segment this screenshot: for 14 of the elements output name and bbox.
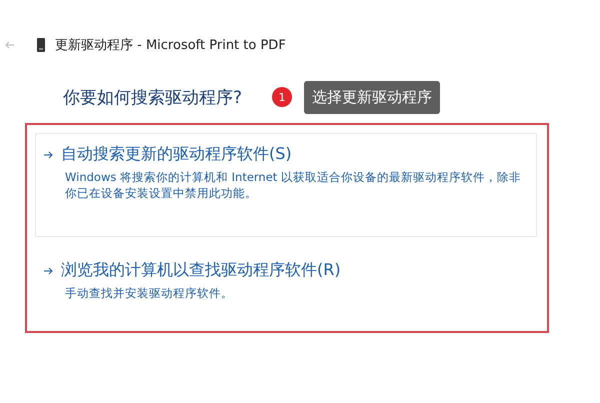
- option-title: 浏览我的计算机以查找驱动程序软件(R): [61, 260, 341, 281]
- option-description: 手动查找并安装驱动程序软件。: [65, 285, 234, 301]
- option-description: Windows 将搜索你的计算机和 Internet 以获取适合你设备的最新驱动程序软件，除非你已在设备安装设置中禁用此功能。: [65, 169, 522, 201]
- step-number-badge: 1: [272, 87, 292, 107]
- option-card[interactable]: 浏览我的计算机以查找驱动程序软件(R) 手动查找并安装驱动程序软件。: [35, 243, 537, 347]
- arrow-icon: [44, 266, 53, 274]
- heading: 你要如何搜索驱动程序?: [63, 86, 242, 108]
- window-title: 更新驱动程序 - Microsoft Print to PDF: [55, 37, 286, 54]
- callout-tooltip: 选择更新驱动程序: [304, 80, 440, 114]
- option-title: 自动搜索更新的驱动程序软件(S): [61, 144, 292, 165]
- arrow-icon: [44, 150, 53, 158]
- printer-icon: [37, 38, 45, 52]
- option-card[interactable]: 自动搜索更新的驱动程序软件(S) Windows 将搜索你的计算机和 Internet 以获取适合你设备的最新驱动程序软件，除非你已在设备安装设置中禁用此功能。: [35, 133, 537, 237]
- back-arrow-icon[interactable]: [5, 41, 15, 49]
